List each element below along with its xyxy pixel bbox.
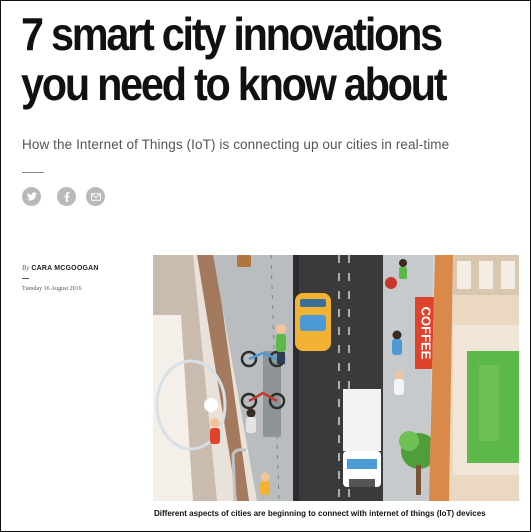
share-facebook-button[interactable] <box>57 187 76 206</box>
divider <box>22 172 44 173</box>
hero-illustration: COFFEE <box>153 255 519 501</box>
byline-prefix: By <box>22 264 30 272</box>
author-name[interactable]: CARA MCGOOGAN <box>31 265 98 272</box>
facebook-icon <box>64 191 69 202</box>
share-twitter-button[interactable] <box>22 187 41 206</box>
email-icon <box>90 192 101 201</box>
byline-divider <box>22 278 29 279</box>
twitter-icon <box>26 192 37 201</box>
share-email-button[interactable] <box>86 187 105 206</box>
byline: By CARA MCGOOGAN <box>22 264 99 272</box>
coffee-sign: COFFEE <box>419 307 434 360</box>
article-subheadline: How the Internet of Things (IoT) is conn… <box>22 137 450 152</box>
publish-date: Tuesday 16 August 2016 <box>22 286 82 292</box>
article-page: 7 smart city innovations you need to kno… <box>0 0 531 532</box>
image-caption: Different aspects of cities are beginnin… <box>154 509 486 518</box>
article-headline: 7 smart city innovations you need to kno… <box>21 8 448 110</box>
